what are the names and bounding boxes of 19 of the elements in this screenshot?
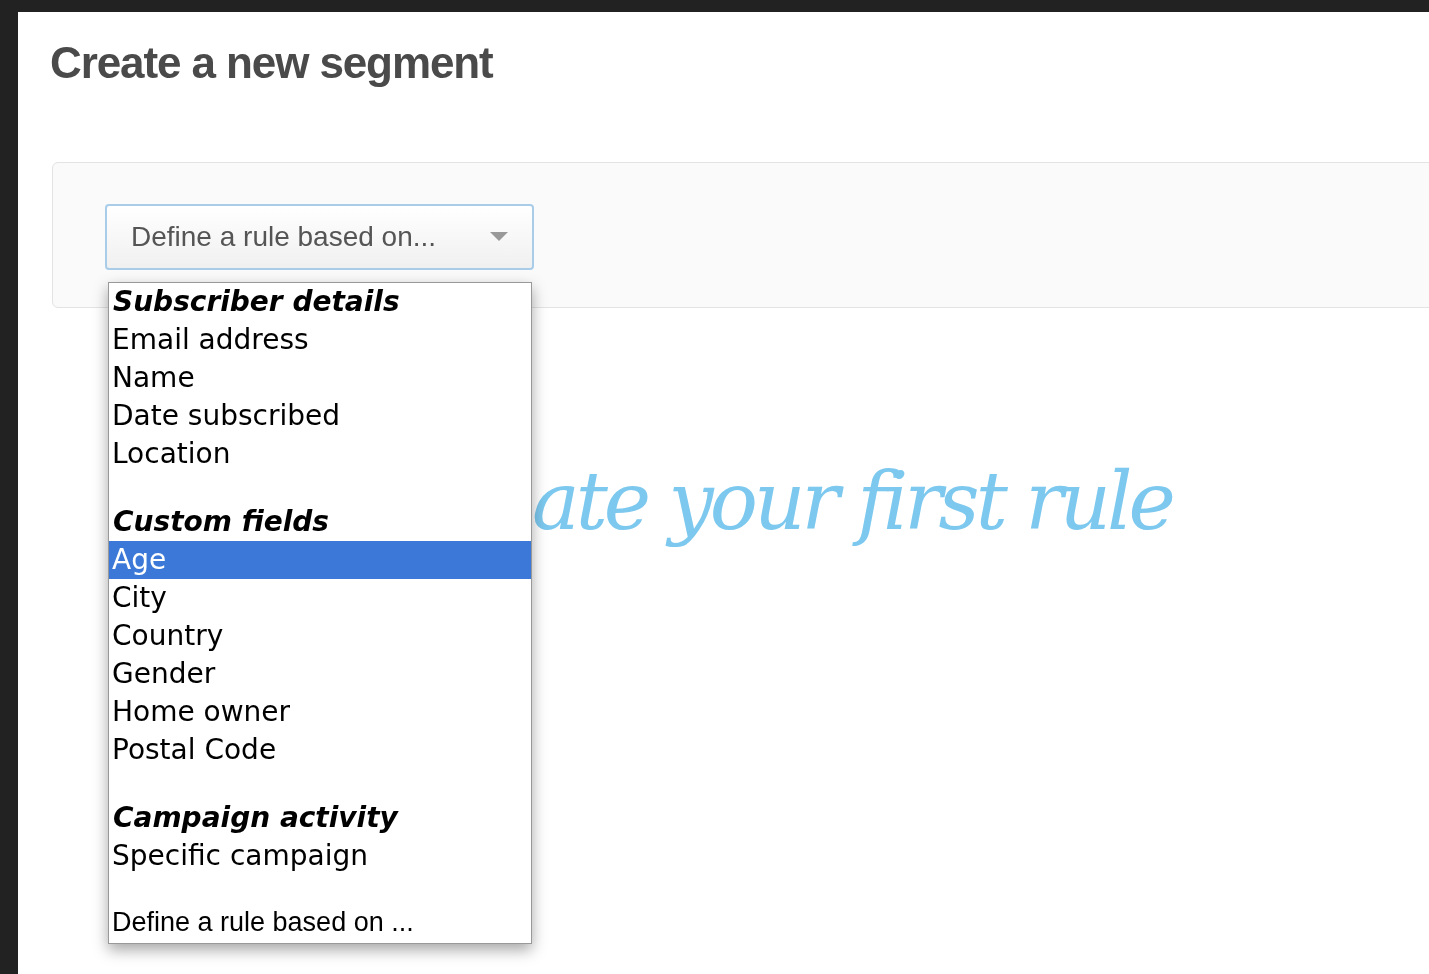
- page-title: Create a new segment: [50, 37, 493, 89]
- menu-option[interactable]: Name: [109, 359, 531, 397]
- menu-option[interactable]: Postal Code: [109, 731, 531, 769]
- menu-option[interactable]: Define a rule based on ...: [109, 903, 531, 941]
- group-header: Subscriber details: [112, 284, 401, 320]
- menu-option[interactable]: City: [109, 579, 531, 617]
- group-header: Campaign activity: [112, 800, 400, 836]
- menu-option[interactable]: Specific campaign: [109, 837, 531, 875]
- hint-text: ate your first rule: [532, 454, 1172, 550]
- caret-icon: [490, 232, 508, 242]
- menu-option[interactable]: Email address: [109, 321, 531, 359]
- rule-select[interactable]: Define a rule based on...: [105, 204, 534, 270]
- menu-option[interactable]: Home owner: [109, 693, 531, 731]
- menu-option[interactable]: Location: [109, 435, 531, 473]
- menu-option[interactable]: Date subscribed: [109, 397, 531, 435]
- menu-option[interactable]: Country: [109, 617, 531, 655]
- menu-option[interactable]: Age: [109, 541, 531, 579]
- menu-option[interactable]: Gender: [109, 655, 531, 693]
- group-header: Custom fields: [112, 504, 331, 540]
